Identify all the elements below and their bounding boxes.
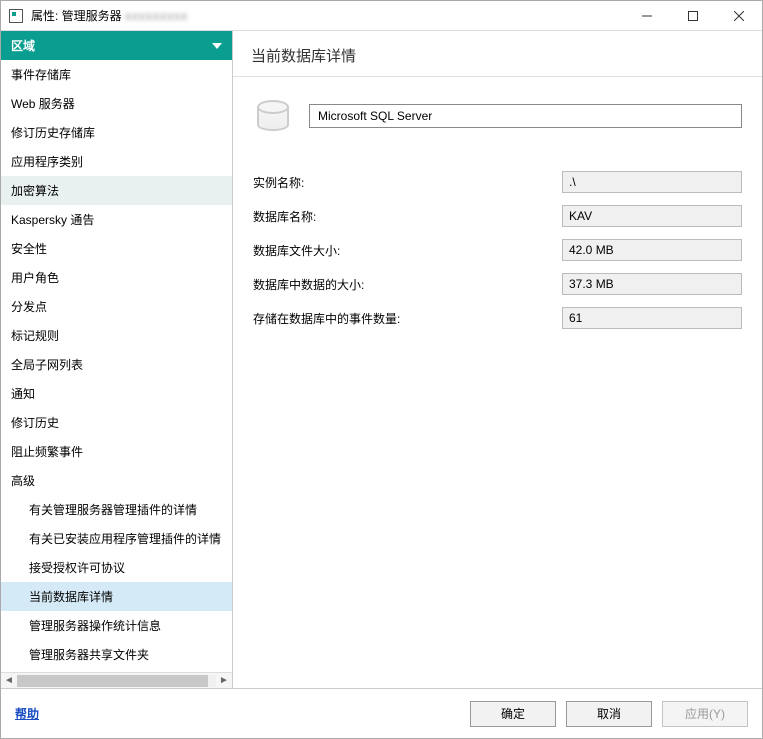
property-label: 实例名称: [253, 174, 562, 191]
property-value: 42.0 MB [562, 239, 742, 261]
content-heading: 当前数据库详情 [233, 31, 762, 77]
sidebar-navlist[interactable]: 事件存储库Web 服务器修订历史存储库应用程序类别加密算法Kaspersky 通… [1, 60, 232, 672]
titlebar: 属性: 管理服务器 xxxxxxxxx [1, 1, 762, 31]
help-link[interactable]: 帮助 [15, 705, 39, 722]
sidebar-header-label: 区域 [11, 37, 35, 54]
sidebar-item-6[interactable]: 安全性 [1, 234, 232, 263]
chevron-down-icon [212, 43, 222, 49]
sidebar-item-10[interactable]: 全局子网列表 [1, 350, 232, 379]
scroll-thumb[interactable] [17, 675, 208, 687]
sidebar-item-16[interactable]: 有关已安装应用程序管理插件的详情 [1, 524, 232, 553]
sidebar-item-18[interactable]: 当前数据库详情 [1, 582, 232, 611]
sidebar-item-15[interactable]: 有关管理服务器管理插件的详情 [1, 495, 232, 524]
main: 区域 事件存储库Web 服务器修订历史存储库应用程序类别加密算法Kaspersk… [1, 31, 762, 688]
scroll-track[interactable] [17, 675, 216, 687]
window-title-redacted: xxxxxxxxx [125, 9, 188, 23]
property-label: 数据库文件大小: [253, 242, 562, 259]
sidebar-item-13[interactable]: 阻止频繁事件 [1, 437, 232, 466]
maximize-button[interactable] [670, 1, 716, 31]
property-row-1: 数据库名称:KAV [253, 199, 742, 233]
property-row-4: 存储在数据库中的事件数量:61 [253, 301, 742, 335]
footer: 帮助 确定 取消 应用(Y) [1, 688, 762, 738]
db-type-field: Microsoft SQL Server [309, 104, 742, 128]
db-banner: Microsoft SQL Server [253, 97, 742, 135]
apply-button[interactable]: 应用(Y) [662, 701, 748, 727]
sidebar-item-3[interactable]: 应用程序类别 [1, 147, 232, 176]
sidebar-header[interactable]: 区域 [1, 31, 232, 60]
sidebar-item-14[interactable]: 高级 [1, 466, 232, 495]
property-label: 数据库名称: [253, 208, 562, 225]
property-value: .\ [562, 171, 742, 193]
sidebar-item-9[interactable]: 标记规则 [1, 321, 232, 350]
scroll-right-arrow[interactable]: ► [216, 673, 232, 689]
scroll-left-arrow[interactable]: ◄ [1, 673, 17, 689]
sidebar-item-5[interactable]: Kaspersky 通告 [1, 205, 232, 234]
sidebar-item-7[interactable]: 用户角色 [1, 263, 232, 292]
window-title: 属性: 管理服务器 xxxxxxxxx [31, 7, 188, 24]
sidebar-item-2[interactable]: 修订历史存储库 [1, 118, 232, 147]
db-type-value: Microsoft SQL Server [318, 109, 432, 123]
ok-button[interactable]: 确定 [470, 701, 556, 727]
properties-list: 实例名称:.\数据库名称:KAV数据库文件大小:42.0 MB数据库中数据的大小… [253, 165, 742, 335]
property-row-3: 数据库中数据的大小:37.3 MB [253, 267, 742, 301]
content-panel: 当前数据库详情 Microsoft SQL Server 实例名称:.\数据库名… [233, 31, 762, 688]
sidebar-item-0[interactable]: 事件存储库 [1, 60, 232, 89]
sidebar-item-21[interactable]: 管理服务器层级 [1, 669, 232, 672]
property-label: 存储在数据库中的事件数量: [253, 310, 562, 327]
property-row-2: 数据库文件大小:42.0 MB [253, 233, 742, 267]
property-value: KAV [562, 205, 742, 227]
sidebar: 区域 事件存储库Web 服务器修订历史存储库应用程序类别加密算法Kaspersk… [1, 31, 233, 688]
sidebar-item-20[interactable]: 管理服务器共享文件夹 [1, 640, 232, 669]
window-title-text: 属性: 管理服务器 [31, 9, 122, 23]
cancel-button[interactable]: 取消 [566, 701, 652, 727]
close-button[interactable] [716, 1, 762, 31]
sidebar-item-8[interactable]: 分发点 [1, 292, 232, 321]
property-value: 37.3 MB [562, 273, 742, 295]
sidebar-item-1[interactable]: Web 服务器 [1, 89, 232, 118]
app-icon [9, 9, 23, 23]
sidebar-item-12[interactable]: 修订历史 [1, 408, 232, 437]
property-value: 61 [562, 307, 742, 329]
sidebar-item-19[interactable]: 管理服务器操作统计信息 [1, 611, 232, 640]
property-row-0: 实例名称:.\ [253, 165, 742, 199]
minimize-button[interactable] [624, 1, 670, 31]
sidebar-item-17[interactable]: 接受授权许可协议 [1, 553, 232, 582]
content-body: Microsoft SQL Server 实例名称:.\数据库名称:KAV数据库… [233, 77, 762, 688]
sidebar-horizontal-scrollbar[interactable]: ◄ ► [1, 672, 232, 688]
property-label: 数据库中数据的大小: [253, 276, 562, 293]
database-icon [253, 97, 293, 135]
sidebar-item-11[interactable]: 通知 [1, 379, 232, 408]
sidebar-item-4[interactable]: 加密算法 [1, 176, 232, 205]
